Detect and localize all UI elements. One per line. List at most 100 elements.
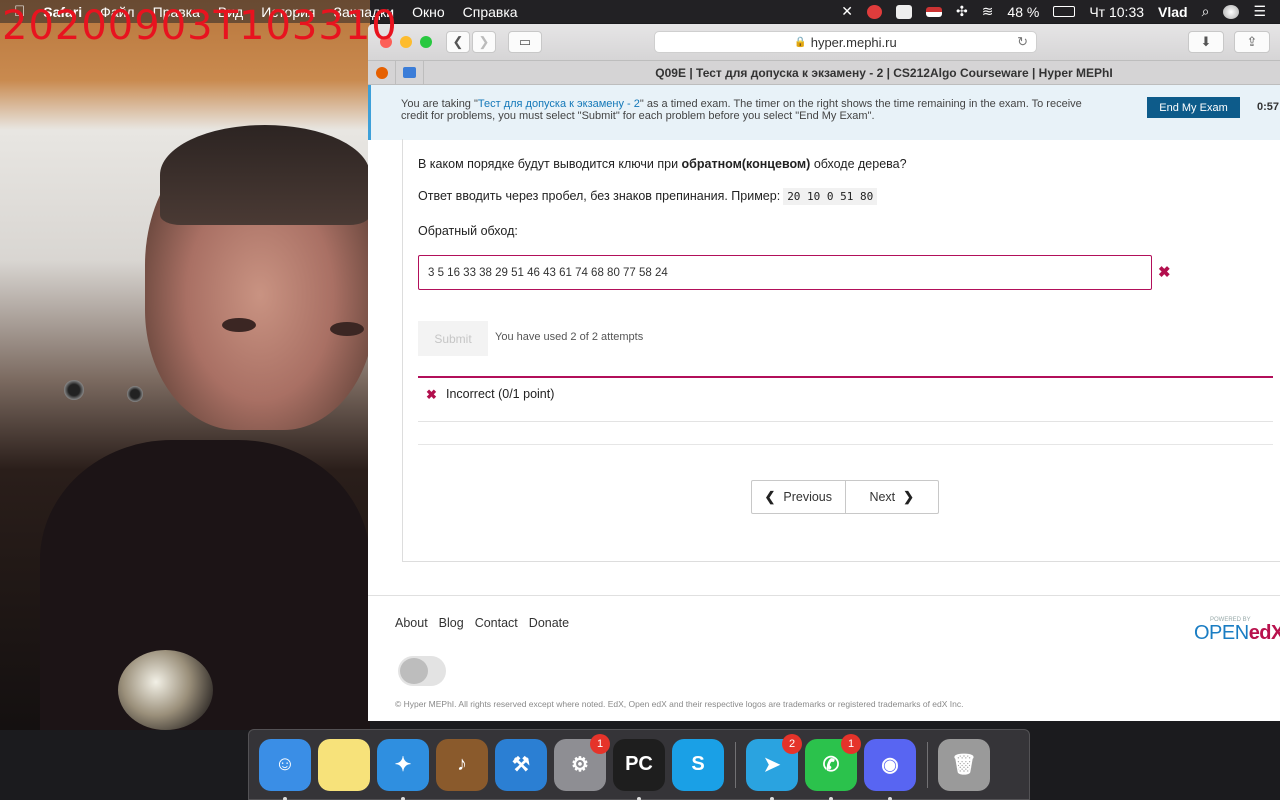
pinned-tab-firefox[interactable] bbox=[368, 60, 396, 85]
question-emphasis: обратном(концевом) bbox=[681, 157, 811, 171]
footer-links: About Blog Contact Donate bbox=[395, 616, 569, 630]
question-text: В каком порядке будут выводится ключи пр… bbox=[418, 157, 907, 171]
facetime-icon: ✆ bbox=[822, 754, 840, 776]
dock-app-notes[interactable] bbox=[318, 738, 370, 791]
flag-icon[interactable] bbox=[925, 6, 942, 17]
address-text: hyper.mephi.ru bbox=[810, 34, 897, 50]
timed-exam-banner: You are taking "Тест для допуска к экзам… bbox=[368, 85, 1280, 140]
dock-separator bbox=[735, 741, 736, 788]
wifi-icon[interactable]: ≋ bbox=[982, 3, 994, 20]
back-button[interactable]: ❮ bbox=[446, 31, 470, 53]
dock-app-system-preferences[interactable]: ⚙ 1 bbox=[554, 733, 610, 791]
sidebar-toggle-button[interactable]: ▭ bbox=[508, 31, 542, 53]
logo-edx: edX bbox=[1248, 622, 1280, 644]
site-footer: About Blog Contact Donate © Hyper MEPhI.… bbox=[368, 595, 1280, 721]
dock-app-telegram[interactable]: ➤ 2 bbox=[746, 733, 802, 800]
pinned-tab-chat[interactable] bbox=[396, 60, 424, 85]
active-tab-title[interactable]: Q09E | Тест для допуска к экзамену - 2 |… bbox=[488, 66, 1280, 80]
running-indicator bbox=[637, 796, 641, 800]
glass-orb bbox=[118, 650, 213, 730]
logo-open: OPEN bbox=[1194, 622, 1249, 644]
chevron-right-icon: ❯ bbox=[903, 489, 915, 504]
running-indicator bbox=[770, 796, 774, 800]
control-center-icon[interactable]: ☰ bbox=[1253, 3, 1266, 20]
garageband-icon: ♪ bbox=[457, 753, 467, 775]
dock-app-trash[interactable]: 🗑 bbox=[938, 738, 990, 791]
spotlight-icon[interactable]: ⌕ bbox=[1202, 3, 1210, 20]
grade-status: Incorrect (0/1 point) bbox=[446, 387, 555, 401]
bluetooth-icon[interactable]: ✣ bbox=[956, 3, 968, 20]
safari-icon: ✦ bbox=[394, 754, 412, 776]
person-eye bbox=[222, 318, 256, 332]
running-indicator bbox=[888, 796, 892, 800]
chat-icon bbox=[403, 67, 416, 78]
footer-link-about[interactable]: About bbox=[395, 616, 428, 630]
feedback-panel: ✖ Incorrect (0/1 point) bbox=[418, 376, 1273, 422]
dock-app-skype[interactable]: S bbox=[672, 738, 724, 791]
chevron-left-icon: ❮ bbox=[764, 489, 776, 504]
finder-icon: ☺ bbox=[274, 753, 296, 775]
dock: ☺ ✦ ♪ ⚒ ⚙ 1 PC S ➤ 2 ✆ 1 ◉ 🗑 bbox=[248, 729, 1030, 800]
answer-input[interactable]: 3 5 16 33 38 29 51 46 43 61 74 68 80 77 … bbox=[418, 255, 1152, 290]
dock-app-finder[interactable]: ☺ bbox=[259, 738, 311, 800]
tab-bar: Q09E | Тест для допуска к экзамену - 2 |… bbox=[368, 60, 1280, 85]
xcode-icon: ⚒ bbox=[512, 754, 530, 776]
battery-icon[interactable] bbox=[1053, 6, 1076, 17]
battery-percent[interactable]: 48 % bbox=[1007, 4, 1039, 20]
submit-button[interactable]: Submit bbox=[418, 321, 488, 356]
forward-button[interactable]: ❯ bbox=[472, 31, 496, 53]
share-button[interactable]: ⇪ bbox=[1234, 31, 1270, 53]
reload-icon[interactable]: ↻ bbox=[1017, 34, 1028, 50]
dock-app-xcode[interactable]: ⚒ bbox=[495, 738, 547, 791]
toggle-knob bbox=[400, 658, 428, 684]
legal-text: © Hyper MEPhI. All rights reserved excep… bbox=[395, 699, 964, 709]
lock-icon: 🔒 bbox=[794, 36, 807, 48]
menu-user[interactable]: Vlad bbox=[1158, 4, 1188, 20]
running-indicator bbox=[829, 796, 833, 800]
footer-link-blog[interactable]: Blog bbox=[439, 616, 464, 630]
footer-link-contact[interactable]: Contact bbox=[475, 616, 518, 630]
exam-message-prefix: You are taking " bbox=[401, 98, 478, 110]
theme-toggle[interactable] bbox=[398, 656, 446, 686]
notification-badge: 1 bbox=[841, 733, 861, 754]
dock-app-pycharm[interactable]: PC bbox=[613, 738, 665, 800]
section-divider bbox=[418, 444, 1273, 445]
question-suffix: обходе дерева? bbox=[810, 157, 907, 171]
dock-app-discord[interactable]: ◉ bbox=[864, 738, 916, 800]
address-bar[interactable]: 🔒 hyper.mephi.ru ↻ bbox=[654, 31, 1037, 53]
dock-app-facetime[interactable]: ✆ 1 bbox=[805, 733, 861, 800]
downloads-button[interactable]: ⬇ bbox=[1188, 31, 1224, 53]
menu-clock[interactable]: Чт 10:33 bbox=[1089, 4, 1144, 20]
minimize-window-icon[interactable] bbox=[400, 36, 412, 48]
menu-help[interactable]: Справка bbox=[463, 4, 518, 20]
notification-badge: 2 bbox=[782, 733, 802, 754]
notification-icon[interactable] bbox=[866, 4, 882, 19]
answer-instruction: Ответ вводить через пробел, без знаков п… bbox=[418, 188, 878, 205]
footer-link-donate[interactable]: Donate bbox=[529, 616, 569, 630]
chat-icon[interactable] bbox=[895, 4, 912, 19]
running-indicator bbox=[401, 796, 405, 800]
dock-app-garageband[interactable]: ♪ bbox=[436, 738, 488, 791]
trash-icon: 🗑 bbox=[951, 754, 977, 776]
exam-name-link[interactable]: Тест для допуска к экзамену - 2 bbox=[478, 98, 640, 110]
dock-app-safari[interactable]: ✦ bbox=[377, 738, 429, 800]
pycharm-icon: PC bbox=[625, 753, 653, 775]
webcam-timestamp: 20200903T103310 bbox=[2, 3, 398, 49]
pen-off-icon[interactable]: ✕ bbox=[841, 3, 853, 20]
zoom-window-icon[interactable] bbox=[420, 36, 432, 48]
skype-icon: S bbox=[691, 753, 705, 775]
siri-icon[interactable] bbox=[1223, 4, 1240, 19]
open-edx-logo[interactable]: OPENedX bbox=[1194, 622, 1280, 645]
running-indicator bbox=[283, 796, 287, 800]
exam-timer: 0:57: bbox=[1257, 101, 1280, 113]
end-my-exam-button[interactable]: End My Exam bbox=[1147, 97, 1240, 118]
previous-button[interactable]: ❮ Previous bbox=[752, 481, 845, 513]
next-button[interactable]: Next ❯ bbox=[844, 481, 939, 513]
menu-window[interactable]: Окно bbox=[412, 4, 445, 20]
example-code: 20 10 0 51 80 bbox=[783, 188, 878, 205]
next-label: Next bbox=[869, 490, 896, 504]
person-eye bbox=[330, 322, 364, 336]
attempts-counter: You have used 2 of 2 attempts bbox=[495, 331, 644, 343]
discord-icon: ◉ bbox=[881, 754, 899, 776]
instruction-text: Ответ вводить через пробел, без знаков п… bbox=[418, 189, 781, 203]
